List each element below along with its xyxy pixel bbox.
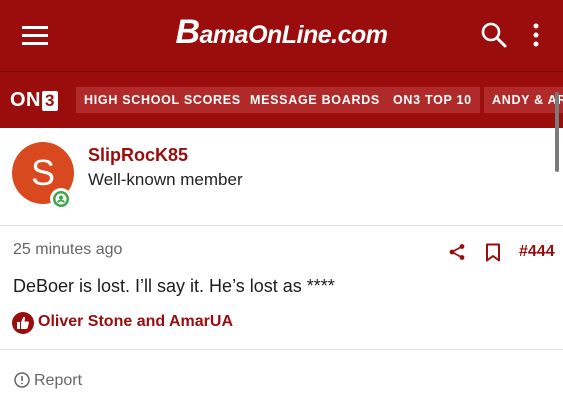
nav-item-high-school-scores[interactable]: HIGH SCHOOL SCORES <box>76 87 249 113</box>
post-timestamp[interactable]: 25 minutes ago <box>13 241 122 259</box>
post-body: DeBoer is lost. I’ll say it. He’s lost a… <box>13 276 335 296</box>
thumbs-up-icon[interactable] <box>12 312 34 334</box>
reaction-users[interactable]: Oliver Stone and AmarUA <box>38 313 233 331</box>
report-label: Report <box>34 372 83 389</box>
post-author: S SlipRocK85 Well-known member <box>0 128 563 226</box>
site-logo-initial: B <box>175 13 200 51</box>
on3-logo-prefix: ON <box>10 89 41 111</box>
online-status-badge <box>50 188 72 210</box>
top-app-bar: BamaOnLine.com <box>0 0 563 71</box>
search-icon[interactable] <box>480 21 508 49</box>
nav-item-message-boards[interactable]: MESSAGE BOARDS <box>242 87 388 113</box>
user-title: Well-known member <box>88 170 243 189</box>
share-icon[interactable] <box>448 243 466 261</box>
nav-item-andy-ari[interactable]: ANDY & ARI <box>484 87 563 113</box>
bookmark-icon[interactable] <box>485 243 501 262</box>
scrollbar-thumb[interactable] <box>555 92 559 172</box>
online-status-icon <box>53 191 69 207</box>
section-nav: ON 3 HIGH SCHOOL SCORES MESSAGE BOARDS ON… <box>0 71 563 128</box>
site-logo[interactable]: BamaOnLine.com <box>0 15 563 50</box>
site-logo-text: amaOnLine.com <box>199 21 389 49</box>
nav-item-on3-top-10[interactable]: ON3 TOP 10 <box>385 87 480 113</box>
divider <box>0 349 563 350</box>
kebab-icon[interactable] <box>528 22 544 48</box>
report-icon <box>14 372 30 388</box>
post-number-link[interactable]: #444 <box>519 243 555 261</box>
on3-logo[interactable]: ON 3 <box>10 89 58 112</box>
on3-logo-digit: 3 <box>42 91 58 111</box>
username[interactable]: SlipRocK85 <box>88 145 188 166</box>
